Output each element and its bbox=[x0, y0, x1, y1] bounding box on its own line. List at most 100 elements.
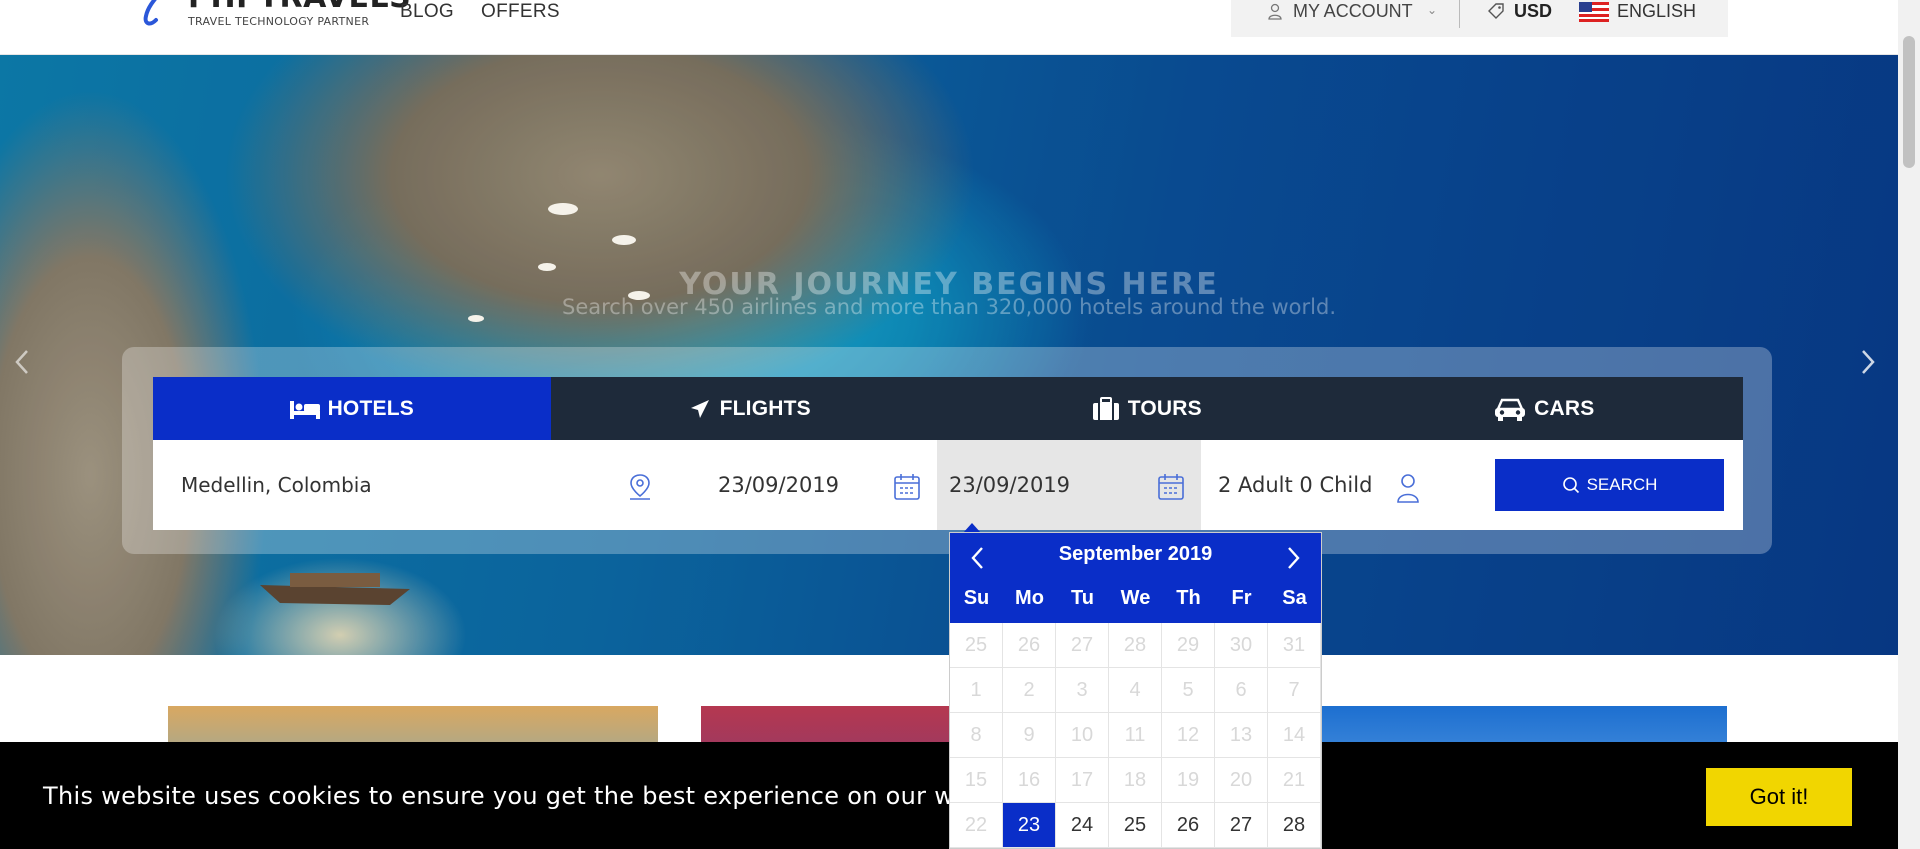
tab-flights[interactable]: FLIGHTS bbox=[551, 377, 949, 440]
logo-mark-icon bbox=[143, 0, 158, 26]
top-navbar: PHPTRAVELS TRAVEL TECHNOLOGY PARTNER BLO… bbox=[0, 0, 1898, 55]
datepicker-grid: 25 26 27 28 29 30 31 1 2 3 4 5 6 7 8 9 10 11 12 13 14 15 16 17 1… bbox=[950, 623, 1321, 848]
nav-offers-link[interactable]: OFFERS bbox=[481, 1, 560, 23]
datepicker-header: September 2019 Su Mo Tu We Th Fr Sa bbox=[950, 533, 1321, 623]
page-scrollbar[interactable] bbox=[1898, 0, 1920, 849]
datepicker-day: 9 bbox=[1003, 713, 1056, 758]
datepicker-day: 30 bbox=[1215, 623, 1268, 668]
tab-cars[interactable]: CARS bbox=[1346, 377, 1744, 440]
tab-cars-label: CARS bbox=[1534, 396, 1595, 420]
tab-tours[interactable]: TOURS bbox=[948, 377, 1346, 440]
datepicker-day: 13 bbox=[1215, 713, 1268, 758]
suitcase-icon bbox=[1092, 396, 1119, 420]
nav-blog-link[interactable]: BLOG bbox=[400, 1, 454, 23]
scrollbar-thumb[interactable] bbox=[1903, 36, 1915, 168]
location-value: Medellin, Colombia bbox=[181, 473, 372, 497]
datepicker-day: 29 bbox=[1162, 623, 1215, 668]
checkout-field[interactable]: 23/09/2019 bbox=[937, 440, 1201, 530]
divider bbox=[1459, 0, 1460, 28]
logo-text: PHPTRAVELS bbox=[188, 0, 411, 15]
tab-hotels[interactable]: HOTELS bbox=[153, 377, 551, 440]
datepicker-day: 21 bbox=[1268, 758, 1321, 803]
currency-tag-icon bbox=[1488, 3, 1504, 19]
language-selector[interactable]: ENGLISH bbox=[1617, 1, 1696, 22]
tab-hotels-label: HOTELS bbox=[327, 396, 414, 420]
datepicker-day: 18 bbox=[1109, 758, 1162, 803]
logo[interactable]: PHPTRAVELS TRAVEL TECHNOLOGY PARTNER bbox=[142, 0, 411, 32]
checkout-value: 23/09/2019 bbox=[949, 473, 1071, 497]
slider-next-arrow-icon[interactable] bbox=[1858, 347, 1878, 377]
datepicker-day: 27 bbox=[1056, 623, 1109, 668]
map-pin-icon bbox=[630, 474, 650, 500]
location-field[interactable]: Medellin, Colombia bbox=[153, 440, 673, 530]
guests-value: 2 Adult 0 Child bbox=[1218, 473, 1373, 497]
chevron-right-icon[interactable] bbox=[1283, 545, 1303, 571]
datepicker-day[interactable]: 27 bbox=[1215, 803, 1268, 848]
calendar-icon bbox=[894, 474, 920, 500]
user-icon bbox=[1268, 3, 1282, 20]
datepicker-day: 26 bbox=[1003, 623, 1056, 668]
calendar-icon bbox=[1158, 474, 1184, 500]
weekday-label: Fr bbox=[1231, 587, 1252, 609]
account-bar: MY ACCOUNT ⌄ USD ENGLISH bbox=[1231, 0, 1728, 37]
datepicker-popup: September 2019 Su Mo Tu We Th Fr Sa 25 26… bbox=[949, 532, 1322, 849]
checkin-field[interactable]: 23/09/2019 bbox=[673, 440, 937, 530]
boat bbox=[548, 203, 578, 215]
datepicker-day: 19 bbox=[1162, 758, 1215, 803]
datepicker-day: 6 bbox=[1215, 668, 1268, 713]
search-button-label: SEARCH bbox=[1586, 475, 1658, 494]
datepicker-day: 8 bbox=[950, 713, 1003, 758]
guests-field[interactable]: 2 Adult 0 Child bbox=[1201, 440, 1451, 530]
boat bbox=[612, 235, 636, 245]
tab-flights-label: FLIGHTS bbox=[719, 396, 811, 420]
weekday-label: Sa bbox=[1282, 587, 1307, 609]
datepicker-day: 31 bbox=[1268, 623, 1321, 668]
us-flag-icon bbox=[1579, 2, 1609, 22]
tab-tours-label: TOURS bbox=[1127, 396, 1202, 420]
datepicker-day: 16 bbox=[1003, 758, 1056, 803]
weekday-label: Tu bbox=[1071, 587, 1094, 609]
plane-icon bbox=[690, 399, 709, 418]
user-icon bbox=[1397, 474, 1419, 503]
hero-subtitle: Search over 450 airlines and more than 3… bbox=[561, 295, 1337, 319]
currency-selector[interactable]: USD bbox=[1514, 1, 1552, 22]
cookie-message: This website uses cookies to ensure you … bbox=[43, 782, 1005, 810]
weekday-label: Th bbox=[1176, 587, 1201, 609]
datepicker-weekdays: Su Mo Tu We Th Fr Sa bbox=[950, 587, 1321, 610]
search-tabs: HOTELS FLIGHTS TOURS CARS bbox=[153, 377, 1743, 440]
datepicker-month-label: September 2019 bbox=[1058, 543, 1213, 565]
search-button[interactable]: SEARCH bbox=[1495, 459, 1724, 511]
my-account-label: MY ACCOUNT bbox=[1293, 1, 1413, 21]
datepicker-day: 15 bbox=[950, 758, 1003, 803]
checkin-value: 23/09/2019 bbox=[718, 473, 840, 497]
datepicker-day: 5 bbox=[1162, 668, 1215, 713]
datepicker-day[interactable]: 28 bbox=[1268, 803, 1321, 848]
datepicker-day[interactable]: 26 bbox=[1162, 803, 1215, 848]
ship-illustration bbox=[260, 573, 410, 605]
chevron-down-icon: ⌄ bbox=[1427, 3, 1438, 17]
datepicker-day: 1 bbox=[950, 668, 1003, 713]
bed-icon bbox=[289, 400, 320, 419]
weekday-label: We bbox=[1120, 587, 1151, 609]
datepicker-day: 10 bbox=[1056, 713, 1109, 758]
hotel-search-form: Medellin, Colombia 23/09/2019 23/09/2019… bbox=[153, 440, 1743, 530]
datepicker-day[interactable]: 25 bbox=[1109, 803, 1162, 848]
datepicker-day: 2 bbox=[1003, 668, 1056, 713]
datepicker-day: 22 bbox=[950, 803, 1003, 848]
datepicker-day: 12 bbox=[1162, 713, 1215, 758]
logo-tagline: TRAVEL TECHNOLOGY PARTNER bbox=[188, 15, 370, 28]
slider-prev-arrow-icon[interactable] bbox=[12, 347, 32, 377]
weekday-label: Su bbox=[963, 587, 990, 609]
search-icon bbox=[1562, 477, 1579, 494]
datepicker-day: 17 bbox=[1056, 758, 1109, 803]
datepicker-day[interactable]: 24 bbox=[1056, 803, 1109, 848]
datepicker-day: 25 bbox=[950, 623, 1003, 668]
datepicker-day[interactable]: 23 bbox=[1003, 803, 1056, 848]
datepicker-day: 3 bbox=[1056, 668, 1109, 713]
cookie-accept-button[interactable]: Got it! bbox=[1706, 768, 1852, 826]
datepicker-day: 14 bbox=[1268, 713, 1321, 758]
weekday-label: Mo bbox=[1015, 587, 1044, 609]
datepicker-day: 4 bbox=[1109, 668, 1162, 713]
car-icon bbox=[1495, 398, 1526, 421]
datepicker-day: 11 bbox=[1109, 713, 1162, 758]
